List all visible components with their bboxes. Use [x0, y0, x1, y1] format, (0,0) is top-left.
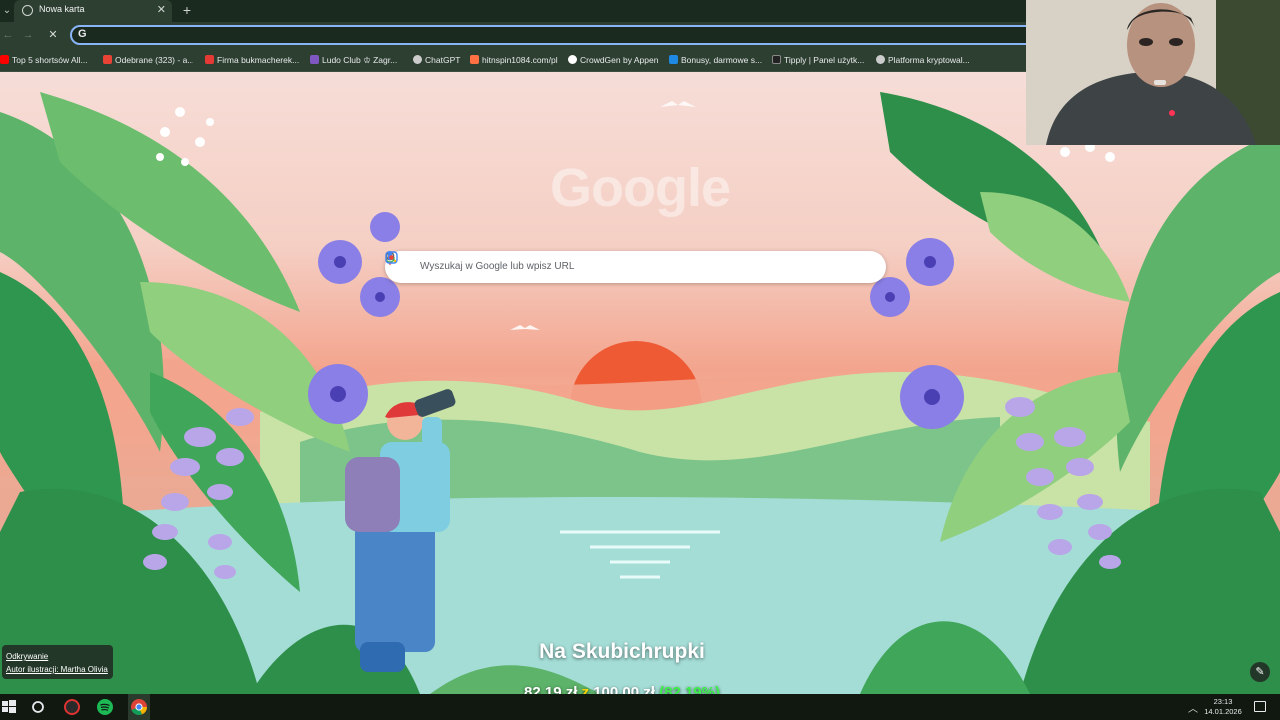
tab-title: Nowa karta: [39, 4, 85, 14]
bookmark-item[interactable]: Bonusy, darmowe s...: [669, 53, 762, 67]
new-tab-page: Google Wyszukaj w Google lub wpisz URL O…: [0, 72, 1280, 694]
system-clock[interactable]: 23:13 14.01.2026: [1200, 697, 1246, 717]
donation-goal-progress: 82,19 zł z 100,00 zł (82.19%): [0, 684, 1244, 694]
back-icon[interactable]: ←: [0, 27, 16, 43]
tab-new-tab[interactable]: Nowa karta ✕: [14, 0, 172, 22]
goal-separator: z: [581, 684, 590, 694]
bookmark-item[interactable]: ChatGPT: [413, 53, 463, 67]
spotify-icon[interactable]: [96, 698, 114, 716]
donation-goal-title: Na Skubichrupki: [539, 640, 705, 663]
goal-percent: (82.19%): [659, 684, 720, 694]
clock-date: 14.01.2026: [1204, 707, 1242, 716]
globe-icon: [876, 55, 885, 64]
bookmark-item[interactable]: hitnspin1084.com/pl: [470, 53, 560, 67]
notification-icon[interactable]: [1254, 701, 1266, 712]
webcam-overlay: [1026, 0, 1280, 145]
chrome-icon[interactable]: [130, 698, 148, 716]
forward-icon[interactable]: →: [20, 27, 36, 43]
chevron-up-icon[interactable]: ︿: [1188, 700, 1198, 715]
pencil-icon: ✎: [1255, 666, 1265, 678]
chrome-icon: [22, 5, 33, 16]
tipply-icon: [772, 55, 781, 64]
crowdgen-icon: [568, 55, 577, 64]
search-box[interactable]: Wyszukaj w Google lub wpisz URL: [385, 251, 886, 283]
windows-start-icon[interactable]: [0, 698, 18, 716]
bookmark-item[interactable]: CrowdGen by Appen: [568, 53, 660, 67]
youtube-icon: [0, 55, 9, 64]
app-icon[interactable]: [63, 698, 81, 716]
bookmark-item[interactable]: Firma bukmacherek...: [205, 53, 300, 67]
attribution-author-link[interactable]: Autor ilustracji: Martha Olivia: [6, 663, 109, 676]
bookmark-item[interactable]: Platforma kryptowal...: [876, 53, 976, 67]
tab-search-icon[interactable]: ⌄: [0, 3, 14, 19]
openai-icon: [413, 55, 422, 64]
customize-chrome-button[interactable]: ✎: [1250, 662, 1270, 682]
new-tab-button[interactable]: +: [180, 1, 194, 19]
stop-loading-icon[interactable]: ✕: [45, 27, 61, 43]
google-logo: Google: [550, 158, 731, 218]
gmail-icon: [103, 55, 112, 64]
star-icon: [205, 55, 214, 64]
bonus-icon: [669, 55, 678, 64]
bookmark-item[interactable]: Odebrane (323) - a...: [103, 53, 193, 67]
goal-target-amount: 100,00 zł: [593, 684, 655, 694]
bookmark-item[interactable]: Tipply | Panel użytk...: [772, 53, 864, 67]
windows-taskbar: ︿ 23:13 14.01.2026: [0, 694, 1280, 720]
search-input[interactable]: Wyszukaj w Google lub wpisz URL: [420, 261, 574, 272]
bookmark-item[interactable]: Top 5 shortsów All...: [0, 53, 88, 67]
ludo-icon: [310, 55, 319, 64]
google-lens-icon[interactable]: [385, 251, 398, 264]
google-icon: G: [78, 28, 87, 40]
bookmark-item[interactable]: Ludo Club ♔ Zagr...: [310, 53, 400, 67]
address-bar[interactable]: G: [70, 25, 1070, 45]
close-icon[interactable]: ✕: [157, 3, 166, 17]
clock-time: 23:13: [1213, 697, 1233, 706]
webcam-feed: [1026, 0, 1280, 145]
casino-icon: [470, 55, 479, 64]
search-icon[interactable]: [29, 698, 47, 716]
goal-current-amount: 82,19 zł: [524, 684, 578, 694]
